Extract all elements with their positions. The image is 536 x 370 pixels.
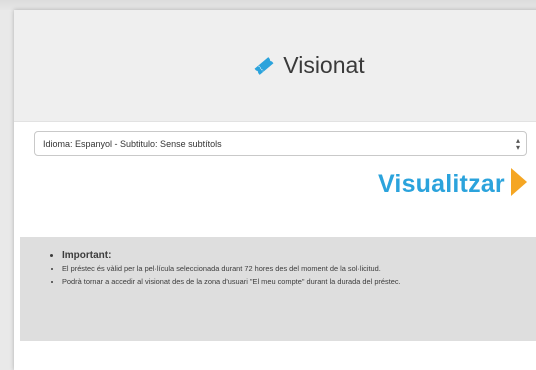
watch-button[interactable]: Visualitzar (378, 166, 527, 202)
language-subtitle-value: Idioma: Espanyol - Subtitulo: Sense subt… (43, 138, 222, 149)
notice-list: Important: El préstec és vàlid per la pe… (50, 249, 526, 287)
language-subtitle-select[interactable]: Idioma: Espanyol - Subtitulo: Sense subt… (34, 131, 527, 156)
notice-item: Podrà tornar a accedir al visionat des d… (62, 276, 526, 287)
page-title-text: Visionat (283, 52, 365, 78)
notice-box: Important: El préstec és vàlid per la pe… (20, 237, 536, 341)
notice-item: El préstec és vàlid per la pel·lícula se… (62, 263, 526, 274)
page-title: Visionat (253, 52, 365, 79)
notice-heading: Important: (62, 249, 526, 262)
ticket-icon (253, 56, 275, 76)
watch-button-label: Visualitzar (378, 169, 505, 198)
header: Visionat (14, 10, 536, 122)
chevron-up-down-icon: ▴ ▾ (515, 136, 520, 152)
top-strip (0, 0, 536, 10)
play-icon (510, 167, 527, 201)
